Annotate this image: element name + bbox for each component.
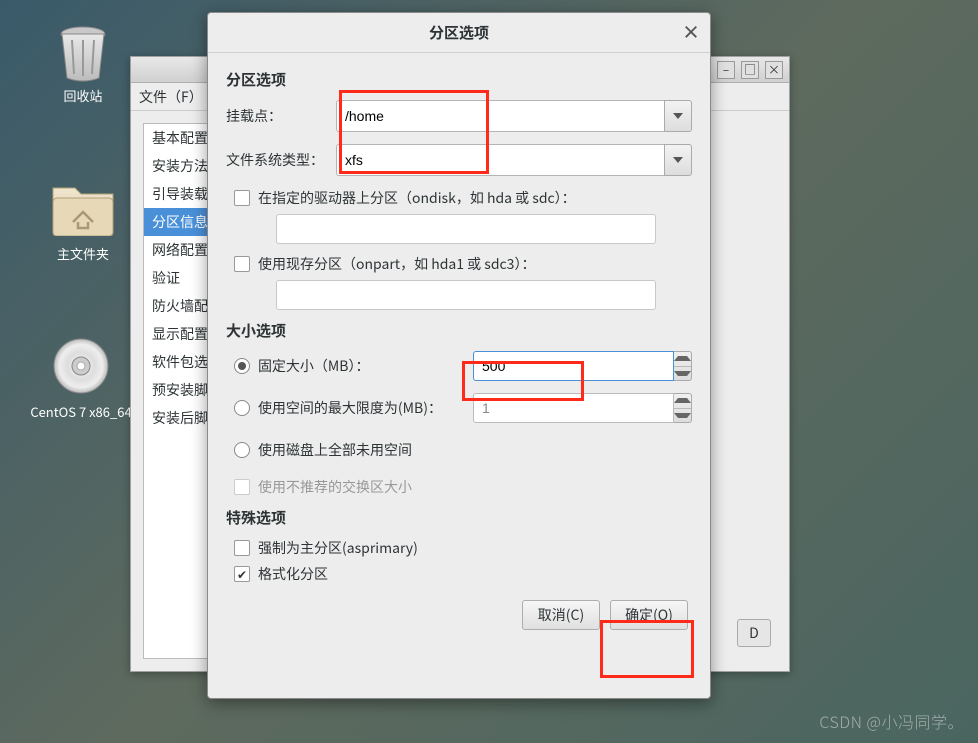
onpart-input-wrapper bbox=[276, 280, 656, 310]
triangle-up-icon bbox=[674, 398, 691, 403]
close-icon[interactable]: × bbox=[680, 21, 702, 43]
dialog-title-text: 分区选项 bbox=[429, 22, 489, 43]
mount-label: 挂载点： bbox=[226, 106, 336, 126]
ok-button[interactable]: 确定(O) bbox=[610, 600, 688, 630]
fixed-size-input[interactable] bbox=[473, 351, 674, 381]
watermark: CSDN @小冯同学。 bbox=[819, 709, 964, 733]
asprimary-checkbox[interactable] bbox=[234, 540, 250, 556]
spinner-down-button[interactable] bbox=[674, 408, 691, 423]
desktop-disc[interactable]: CentOS 7 x86_64 bbox=[22, 334, 140, 421]
mount-combobox[interactable] bbox=[336, 100, 692, 132]
section-size-title: 大小选项 bbox=[226, 320, 692, 341]
spinner-up-button[interactable] bbox=[674, 394, 691, 408]
section-partition-title: 分区选项 bbox=[226, 69, 692, 90]
fill-label: 使用磁盘上全部未用空间 bbox=[258, 440, 412, 460]
fs-combobox[interactable] bbox=[336, 144, 692, 176]
spinner-up-button[interactable] bbox=[674, 352, 691, 366]
menu-file[interactable]: 文件（F） bbox=[139, 87, 203, 107]
folder-icon bbox=[51, 176, 115, 240]
bg-button-d[interactable]: D bbox=[737, 619, 771, 647]
ondisk-label: 在指定的驱动器上分区（ondisk，如 hda 或 sdc）： bbox=[258, 188, 576, 208]
fill-radio[interactable] bbox=[234, 442, 250, 458]
fixed-size-label: 固定大小（MB）： bbox=[258, 356, 465, 376]
trash-icon bbox=[57, 24, 109, 82]
fs-dropdown-button[interactable] bbox=[664, 144, 692, 176]
desktop-home-label: 主文件夹 bbox=[35, 244, 131, 263]
fs-label: 文件系统类型： bbox=[226, 150, 336, 170]
ondisk-checkbox[interactable] bbox=[234, 190, 250, 206]
grow-to-spinner[interactable] bbox=[473, 393, 692, 423]
partition-dialog: 分区选项 × 分区选项 挂载点： 文件系统类型： 在指 bbox=[207, 12, 711, 699]
desktop-disc-label: CentOS 7 x86_64 bbox=[22, 402, 140, 421]
desktop-home-folder[interactable]: 主文件夹 bbox=[35, 176, 131, 263]
fixed-size-radio[interactable] bbox=[234, 358, 250, 374]
asprimary-label: 强制为主分区(asprimary) bbox=[258, 538, 418, 558]
close-button[interactable]: × bbox=[765, 61, 783, 79]
mount-input[interactable] bbox=[336, 100, 664, 132]
format-checkbox[interactable] bbox=[234, 566, 250, 582]
disc-icon bbox=[49, 334, 113, 398]
onpart-label: 使用现存分区（onpart，如 hda1 或 sdc3）： bbox=[258, 254, 535, 274]
desktop-trash[interactable]: 回收站 bbox=[35, 24, 131, 105]
ondisk-input[interactable] bbox=[277, 215, 655, 243]
fs-input[interactable] bbox=[336, 144, 664, 176]
fixed-size-spinner[interactable] bbox=[473, 351, 692, 381]
onpart-input[interactable] bbox=[277, 281, 655, 309]
grow-to-radio[interactable] bbox=[234, 400, 250, 416]
onpart-checkbox[interactable] bbox=[234, 256, 250, 272]
desktop-trash-label: 回收站 bbox=[35, 86, 131, 105]
section-special-title: 特殊选项 bbox=[226, 507, 692, 528]
minimize-button[interactable]: – bbox=[717, 61, 735, 79]
chevron-down-icon bbox=[673, 113, 683, 119]
triangle-up-icon bbox=[674, 356, 691, 361]
mount-dropdown-button[interactable] bbox=[664, 100, 692, 132]
cancel-button[interactable]: 取消(C) bbox=[522, 600, 600, 630]
triangle-down-icon bbox=[674, 371, 691, 376]
dialog-titlebar: 分区选项 × bbox=[208, 13, 710, 53]
grow-to-label: 使用空间的最大限度为(MB)： bbox=[258, 398, 465, 418]
maximize-button[interactable]: □ bbox=[741, 61, 759, 79]
recommended-checkbox bbox=[234, 479, 250, 495]
spinner-down-button[interactable] bbox=[674, 366, 691, 381]
triangle-down-icon bbox=[674, 413, 691, 418]
chevron-down-icon bbox=[673, 157, 683, 163]
grow-to-input[interactable] bbox=[473, 393, 674, 423]
ondisk-input-wrapper bbox=[276, 214, 656, 244]
format-label: 格式化分区 bbox=[258, 564, 328, 584]
recommended-label: 使用不推荐的交换区大小 bbox=[258, 477, 412, 497]
